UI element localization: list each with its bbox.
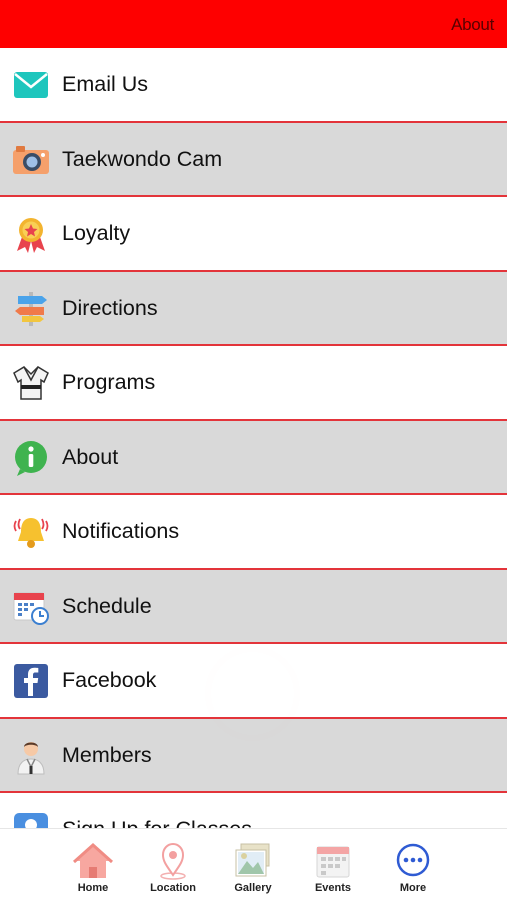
- menu-item-facebook[interactable]: Facebook: [0, 644, 507, 719]
- camera-icon: [12, 141, 50, 179]
- tab-label: Gallery: [234, 882, 272, 894]
- menu-item-sign-up-for-classes[interactable]: Sign Up for Classes: [0, 793, 507, 828]
- location-pin-icon: [152, 841, 194, 881]
- user-icon: [12, 811, 50, 828]
- menu-item-label: Loyalty: [62, 221, 131, 245]
- page-title: About: [451, 15, 494, 34]
- uniform-icon: [12, 364, 50, 402]
- menu-item-email-us[interactable]: Email Us: [0, 48, 507, 123]
- menu-item-directions[interactable]: Directions: [0, 271, 507, 346]
- tab-label: More: [399, 882, 427, 894]
- medal-icon: [12, 215, 50, 253]
- gallery-icon: [232, 841, 274, 881]
- more-icon: [392, 841, 434, 881]
- calendar-clock-icon: [12, 588, 50, 626]
- menu-item-schedule[interactable]: Schedule: [0, 569, 507, 644]
- facebook-icon: [12, 662, 50, 700]
- email-icon: [12, 66, 50, 104]
- tab-gallery[interactable]: Gallery: [213, 829, 293, 901]
- menu-item-label: Taekwondo Cam: [62, 146, 223, 171]
- calendar-icon: [312, 841, 354, 881]
- tab-label: Location: [150, 882, 196, 894]
- menu-item-label: Schedule: [62, 593, 152, 618]
- signpost-icon: [12, 290, 50, 328]
- menu-item-notifications[interactable]: Notifications: [0, 495, 507, 570]
- tab-location[interactable]: Location: [133, 829, 213, 901]
- bell-icon: [12, 513, 50, 551]
- tab-label: Home: [77, 882, 109, 894]
- menu-item-loyalty[interactable]: Loyalty: [0, 197, 507, 272]
- menu-item-taekwondo-cam[interactable]: Taekwondo Cam: [0, 122, 507, 197]
- menu-item-programs[interactable]: Programs: [0, 346, 507, 421]
- tab-more[interactable]: More: [373, 829, 453, 901]
- menu-item-label: Members: [62, 742, 152, 767]
- menu-item-label: About: [62, 444, 119, 469]
- home-icon: [72, 841, 114, 881]
- tab-label: Events: [314, 882, 352, 894]
- tab-events[interactable]: Events: [293, 829, 373, 901]
- top-bar: About: [0, 0, 507, 48]
- menu-item-label: Programs: [62, 370, 156, 394]
- tab-home[interactable]: Home: [53, 829, 133, 901]
- info-icon: [12, 439, 50, 477]
- menu-item-label: Notifications: [62, 519, 180, 543]
- menu-item-about[interactable]: About: [0, 420, 507, 495]
- menu-item-label: Directions: [62, 295, 158, 320]
- menu-list[interactable]: Email Us Taekwondo Cam Loyalty Direction…: [0, 48, 507, 828]
- menu-item-label: Email Us: [62, 72, 149, 96]
- menu-item-label: Sign Up for Classes: [62, 817, 252, 828]
- person-icon: [12, 737, 50, 775]
- menu-item-label: Facebook: [62, 668, 157, 692]
- bottom-tab-bar: Home Location Gallery Events More: [0, 828, 507, 901]
- menu-item-members[interactable]: Members: [0, 718, 507, 793]
